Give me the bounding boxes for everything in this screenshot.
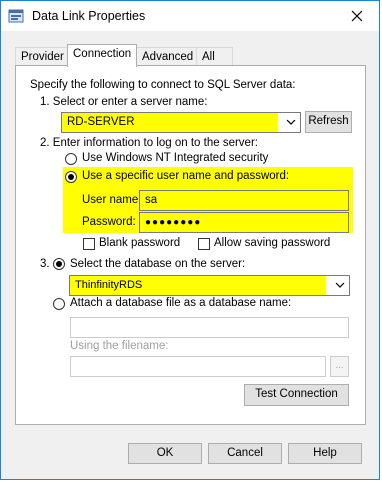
- step2-label: 2. Enter information to log on to the se…: [40, 137, 258, 149]
- connection-panel: Specify the following to connect to SQL …: [15, 65, 366, 425]
- refresh-button[interactable]: Refresh: [305, 111, 352, 133]
- chevron-down-icon[interactable]: [286, 117, 296, 127]
- data-link-icon: [8, 9, 24, 23]
- cancel-button[interactable]: Cancel: [208, 443, 282, 464]
- step3-prefix: 3.: [40, 258, 50, 270]
- attach-database-input[interactable]: [70, 317, 349, 338]
- database-value: ThinfinityRDS: [75, 279, 143, 291]
- filename-label: Using the filename:: [70, 340, 169, 352]
- close-button[interactable]: [335, 1, 379, 31]
- allow-saving-checkbox[interactable]: [198, 238, 210, 250]
- help-button[interactable]: Help: [288, 443, 362, 464]
- attach-database-label: Attach a database file as a database nam…: [70, 297, 292, 309]
- password-label: Password:: [82, 216, 136, 228]
- tab-connection[interactable]: Connection: [67, 44, 137, 67]
- username-input[interactable]: sa: [139, 190, 349, 211]
- attach-database-radio[interactable]: [53, 298, 65, 310]
- specific-user-label: Use a specific user name and password:: [82, 170, 290, 182]
- title-bar: Data Link Properties: [1, 1, 379, 31]
- blank-password-label: Blank password: [99, 237, 181, 249]
- database-combobox[interactable]: ThinfinityRDS: [69, 275, 350, 296]
- test-connection-button[interactable]: Test Connection: [244, 384, 349, 406]
- specific-user-radio[interactable]: [65, 171, 77, 183]
- select-database-radio[interactable]: [53, 258, 65, 270]
- server-name-value: RD-SERVER: [67, 116, 135, 128]
- password-value: ●●●●●●●●: [145, 217, 202, 228]
- filename-input[interactable]: [70, 356, 326, 377]
- ok-button[interactable]: OK: [128, 443, 202, 464]
- tab-advanced[interactable]: Advanced: [136, 47, 197, 66]
- username-value: sa: [145, 194, 158, 206]
- username-label: User name:: [82, 194, 142, 206]
- server-name-combobox[interactable]: RD-SERVER: [61, 112, 301, 133]
- nt-security-radio[interactable]: [65, 153, 77, 165]
- tab-all[interactable]: All: [196, 47, 233, 66]
- intro-text: Specify the following to connect to SQL …: [30, 79, 296, 91]
- window-title: Data Link Properties: [32, 9, 146, 23]
- step1-label: 1. Select or enter a server name:: [40, 96, 208, 108]
- blank-password-checkbox[interactable]: [83, 238, 95, 250]
- tab-provider[interactable]: Provider: [15, 47, 68, 66]
- password-input[interactable]: ●●●●●●●●: [139, 212, 349, 233]
- browse-button[interactable]: ...: [330, 356, 349, 377]
- chevron-down-icon[interactable]: [335, 280, 345, 290]
- select-database-label: Select the database on the server:: [70, 258, 246, 270]
- allow-saving-label: Allow saving password: [214, 237, 331, 249]
- close-icon: [351, 10, 363, 22]
- nt-security-label: Use Windows NT Integrated security: [82, 152, 269, 164]
- data-link-properties-window: Data Link Properties Provider Connection…: [0, 0, 380, 480]
